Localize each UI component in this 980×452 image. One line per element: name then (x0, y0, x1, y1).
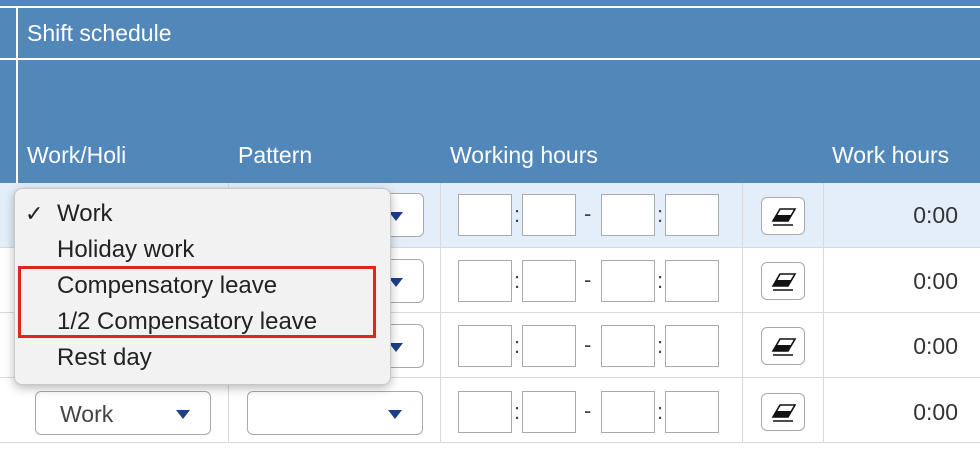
column-separator (742, 378, 743, 443)
work-hours-value: 0:00 (913, 202, 958, 228)
time-colon: : (657, 268, 664, 293)
time-colon: : (657, 399, 664, 424)
time-range-dash: - (584, 267, 592, 292)
time-range-dash: - (584, 398, 592, 423)
column-separator (742, 248, 743, 313)
column-separator (823, 248, 824, 313)
clear-button[interactable] (761, 197, 805, 235)
start-hour-input[interactable] (458, 260, 512, 302)
start-minute-input[interactable] (522, 391, 576, 433)
section-title: Shift schedule (27, 20, 172, 46)
column-separator (228, 378, 229, 443)
column-separator (440, 183, 441, 248)
start-hour-input[interactable] (458, 325, 512, 367)
time-range-dash: - (584, 332, 592, 357)
column-header-pattern: Pattern (238, 142, 313, 168)
work-hours-value: 0:00 (913, 268, 958, 294)
column-separator (823, 183, 824, 248)
checkmark-icon: ✓ (25, 201, 44, 226)
eraser-icon (771, 208, 797, 226)
end-hour-input[interactable] (601, 325, 655, 367)
work-hours-value: 0:00 (913, 333, 958, 359)
end-minute-input[interactable] (665, 325, 719, 367)
column-separator (823, 313, 824, 378)
end-minute-input[interactable] (665, 260, 719, 302)
chevron-down-icon (388, 410, 402, 419)
time-colon: : (657, 202, 664, 227)
clear-button[interactable] (761, 327, 805, 365)
column-separator (742, 183, 743, 248)
end-hour-input[interactable] (601, 260, 655, 302)
menu-option-work[interactable]: Work (57, 200, 113, 228)
chevron-down-icon (389, 278, 403, 287)
end-hour-input[interactable] (601, 194, 655, 236)
table-row: Work : - : 0:00 (0, 378, 980, 443)
column-header-work-holi: Work/Holi (27, 142, 127, 168)
pattern-select[interactable] (247, 391, 423, 435)
menu-option-rest-day[interactable]: Rest day (57, 344, 152, 372)
column-header-working-hours: Working hours (450, 142, 598, 168)
chevron-down-icon (389, 212, 403, 221)
column-separator (823, 378, 824, 443)
header-divider (0, 58, 980, 60)
table-header: Shift schedule Work/Holi Pattern Working… (0, 0, 980, 183)
end-minute-input[interactable] (665, 194, 719, 236)
clear-button[interactable] (761, 393, 805, 431)
highlight-box (18, 266, 376, 338)
time-range-dash: - (584, 201, 592, 226)
work-type-select[interactable]: Work (35, 391, 211, 435)
column-separator (742, 313, 743, 378)
start-minute-input[interactable] (522, 260, 576, 302)
clear-button[interactable] (761, 262, 805, 300)
time-colon: : (514, 399, 521, 424)
time-colon: : (514, 268, 521, 293)
start-hour-input[interactable] (458, 194, 512, 236)
end-minute-input[interactable] (665, 391, 719, 433)
chevron-down-icon (176, 410, 190, 419)
time-colon: : (514, 333, 521, 358)
time-colon: : (514, 202, 521, 227)
eraser-icon (771, 273, 797, 291)
column-separator (440, 313, 441, 378)
chevron-down-icon (389, 343, 403, 352)
header-top-border (0, 6, 980, 8)
end-hour-input[interactable] (601, 391, 655, 433)
header-left-border (16, 6, 18, 183)
eraser-icon (771, 338, 797, 356)
start-minute-input[interactable] (522, 325, 576, 367)
column-separator (440, 378, 441, 443)
menu-option-holiday-work[interactable]: Holiday work (57, 236, 194, 264)
work-type-select-value: Work (60, 401, 114, 427)
column-header-work-hours: Work hours (832, 142, 950, 168)
work-hours-value: 0:00 (913, 399, 958, 425)
time-colon: : (657, 333, 664, 358)
start-minute-input[interactable] (522, 194, 576, 236)
eraser-icon (771, 404, 797, 422)
column-separator (440, 248, 441, 313)
start-hour-input[interactable] (458, 391, 512, 433)
